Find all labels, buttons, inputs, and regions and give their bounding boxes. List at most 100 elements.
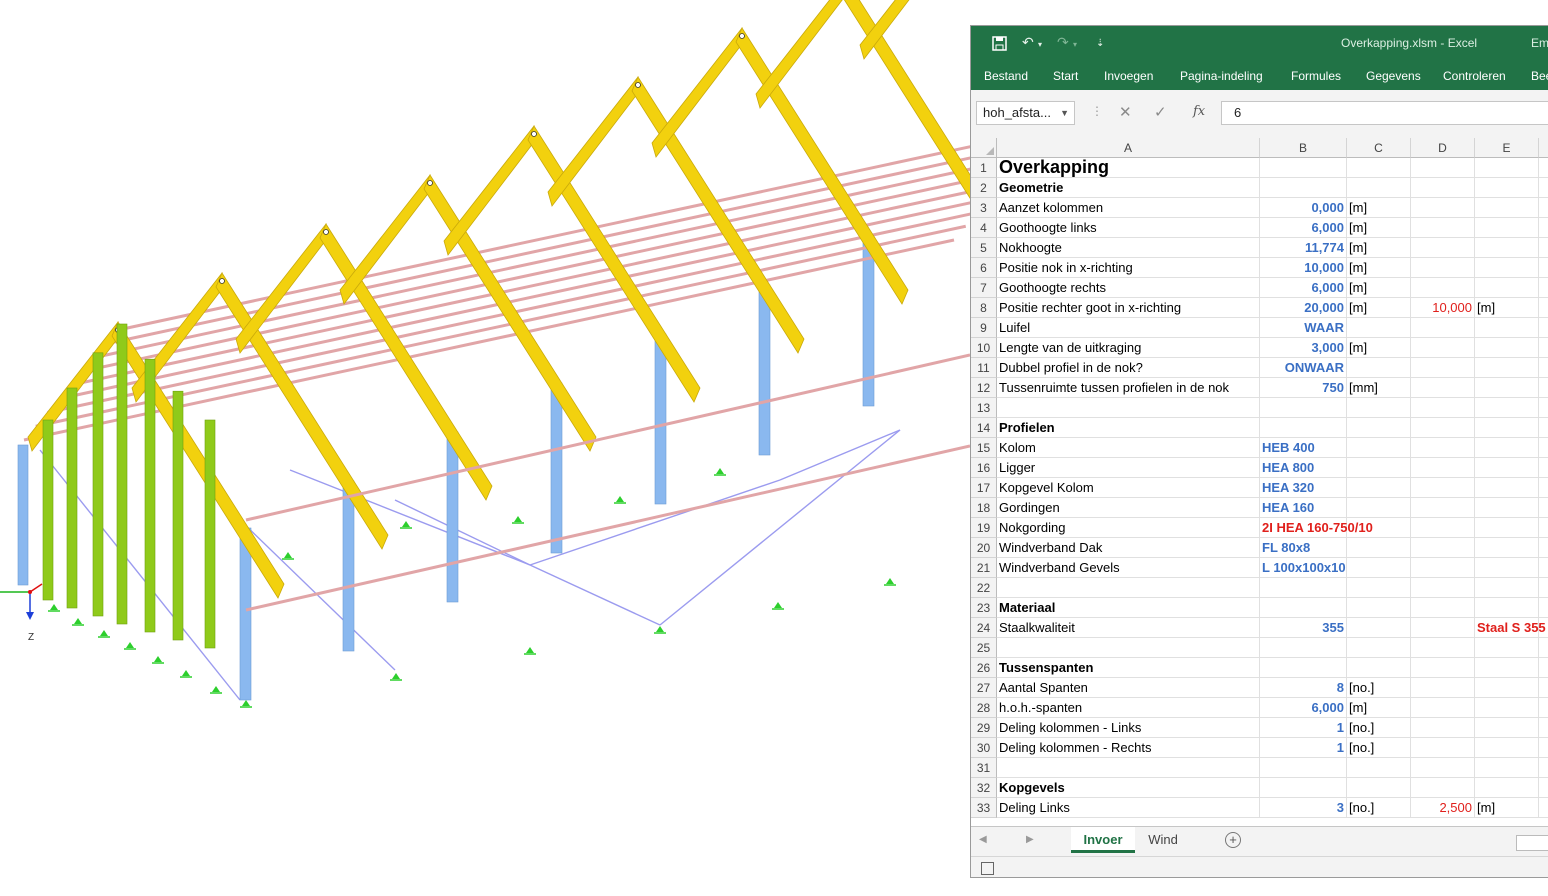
cell-f[interactable] xyxy=(1539,798,1548,818)
cell-a[interactable]: Deling Links xyxy=(997,798,1260,818)
cell-a[interactable]: Gordingen xyxy=(997,498,1260,518)
cell-b[interactable]: HEB 400 xyxy=(1260,438,1347,458)
cell-e[interactable] xyxy=(1475,338,1539,358)
cell-a[interactable]: Nokhoogte xyxy=(997,238,1260,258)
cell-b[interactable]: 355 xyxy=(1260,618,1347,638)
cell-c[interactable]: [m] xyxy=(1347,278,1411,298)
column-header-a[interactable]: A xyxy=(997,138,1260,158)
row-header[interactable]: 33 xyxy=(971,798,997,818)
column-header-c[interactable]: C xyxy=(1347,138,1411,158)
row-header[interactable]: 13 xyxy=(971,398,997,418)
cell-b[interactable] xyxy=(1260,578,1347,598)
cell-a[interactable] xyxy=(997,638,1260,658)
save-icon[interactable] xyxy=(992,36,1008,52)
cell-b[interactable] xyxy=(1260,178,1347,198)
cell-c[interactable] xyxy=(1347,618,1411,638)
cell-d[interactable] xyxy=(1411,618,1475,638)
row-header[interactable]: 20 xyxy=(971,538,997,558)
cell-f[interactable] xyxy=(1539,738,1548,758)
cell-a[interactable]: Tussenruimte tussen profielen in de nok xyxy=(997,378,1260,398)
cell-b[interactable] xyxy=(1260,778,1347,798)
cell-c[interactable]: [m] xyxy=(1347,238,1411,258)
cell-f[interactable] xyxy=(1539,418,1548,438)
cell-f[interactable] xyxy=(1539,638,1548,658)
cell-f[interactable] xyxy=(1539,518,1548,538)
cell-a[interactable]: Kolom xyxy=(997,438,1260,458)
cell-e[interactable] xyxy=(1475,158,1539,178)
cell-b[interactable] xyxy=(1260,638,1347,658)
cell-d[interactable] xyxy=(1411,498,1475,518)
cell-e[interactable]: [m] xyxy=(1475,298,1539,318)
cell-d[interactable] xyxy=(1411,238,1475,258)
cell-a[interactable]: Ligger xyxy=(997,458,1260,478)
cell-c[interactable] xyxy=(1347,178,1411,198)
cell-f[interactable] xyxy=(1539,158,1548,178)
cell-a[interactable]: Tussenspanten xyxy=(997,658,1260,678)
cell-f[interactable] xyxy=(1539,218,1548,238)
cell-b[interactable] xyxy=(1260,658,1347,678)
cell-b[interactable] xyxy=(1260,418,1347,438)
cell-e[interactable] xyxy=(1475,638,1539,658)
cell-d[interactable] xyxy=(1411,178,1475,198)
row-header[interactable]: 7 xyxy=(971,278,997,298)
cell-e[interactable]: Staal S 355 xyxy=(1475,618,1546,638)
cell-e[interactable]: [m] xyxy=(1475,798,1539,818)
cell-b[interactable]: 11,774 xyxy=(1260,238,1347,258)
row-header[interactable]: 21 xyxy=(971,558,997,578)
tab-bestand[interactable]: Bestand xyxy=(984,69,1028,83)
cell-b[interactable]: 1 xyxy=(1260,718,1347,738)
cell-d[interactable] xyxy=(1411,358,1475,378)
cell-e[interactable] xyxy=(1475,678,1539,698)
cell-e[interactable] xyxy=(1475,438,1539,458)
cell-d[interactable] xyxy=(1411,698,1475,718)
cell-f[interactable] xyxy=(1539,278,1548,298)
row-header[interactable]: 23 xyxy=(971,598,997,618)
cell-c[interactable] xyxy=(1347,518,1411,538)
row-header[interactable]: 29 xyxy=(971,718,997,738)
cell-e[interactable] xyxy=(1475,718,1539,738)
row-header[interactable]: 1 xyxy=(971,158,997,178)
tab-pagina-indeling[interactable]: Pagina-indeling xyxy=(1180,69,1263,83)
cell-a[interactable]: Windverband Gevels xyxy=(997,558,1260,578)
cell-d[interactable]: 10,000 xyxy=(1411,298,1475,318)
cell-b[interactable] xyxy=(1260,598,1347,618)
undo-icon[interactable]: ↶ xyxy=(1022,34,1034,51)
undo-dropdown-icon[interactable]: ▾ xyxy=(1038,40,1042,49)
row-header[interactable]: 6 xyxy=(971,258,997,278)
cell-c[interactable] xyxy=(1347,558,1411,578)
worksheet-grid[interactable]: A B C D E 1 Overkapping 2 Geometrie 3 Aanzet … xyxy=(971,138,1548,826)
cell-b[interactable] xyxy=(1260,758,1347,778)
structural-model-viewport[interactable]: Z xyxy=(0,0,970,896)
cell-e[interactable] xyxy=(1475,598,1539,618)
cell-d[interactable] xyxy=(1411,738,1475,758)
cell-e[interactable] xyxy=(1475,218,1539,238)
cell-a[interactable]: Goothoogte links xyxy=(997,218,1260,238)
cell-a[interactable] xyxy=(997,578,1260,598)
cell-f[interactable] xyxy=(1539,758,1548,778)
cell-c[interactable]: [no.] xyxy=(1347,798,1411,818)
cell-d[interactable] xyxy=(1411,198,1475,218)
tab-controleren[interactable]: Controleren xyxy=(1443,69,1506,83)
cell-b[interactable]: HEA 320 xyxy=(1260,478,1347,498)
cell-f[interactable] xyxy=(1539,458,1548,478)
cell-f[interactable] xyxy=(1539,778,1548,798)
cell-c[interactable] xyxy=(1347,658,1411,678)
sheet-prev-icon[interactable]: ◀ xyxy=(979,834,987,845)
cell-b[interactable]: 6,000 xyxy=(1260,698,1347,718)
tab-invoegen[interactable]: Invoegen xyxy=(1104,69,1153,83)
cell-d[interactable] xyxy=(1411,478,1475,498)
cell-d[interactable] xyxy=(1411,398,1475,418)
row-header[interactable]: 11 xyxy=(971,358,997,378)
cell-c[interactable] xyxy=(1347,638,1411,658)
cell-f[interactable] xyxy=(1539,258,1548,278)
cell-f[interactable] xyxy=(1539,678,1548,698)
insert-function-icon[interactable]: fx xyxy=(1193,104,1205,119)
row-header[interactable]: 28 xyxy=(971,698,997,718)
column-header-b[interactable]: B xyxy=(1260,138,1347,158)
row-header[interactable]: 30 xyxy=(971,738,997,758)
cell-e[interactable] xyxy=(1475,418,1539,438)
cell-f[interactable] xyxy=(1539,718,1548,738)
cell-f[interactable] xyxy=(1539,298,1548,318)
cell-b[interactable]: L 100x100x10 xyxy=(1260,558,1347,578)
cell-f[interactable] xyxy=(1539,558,1548,578)
